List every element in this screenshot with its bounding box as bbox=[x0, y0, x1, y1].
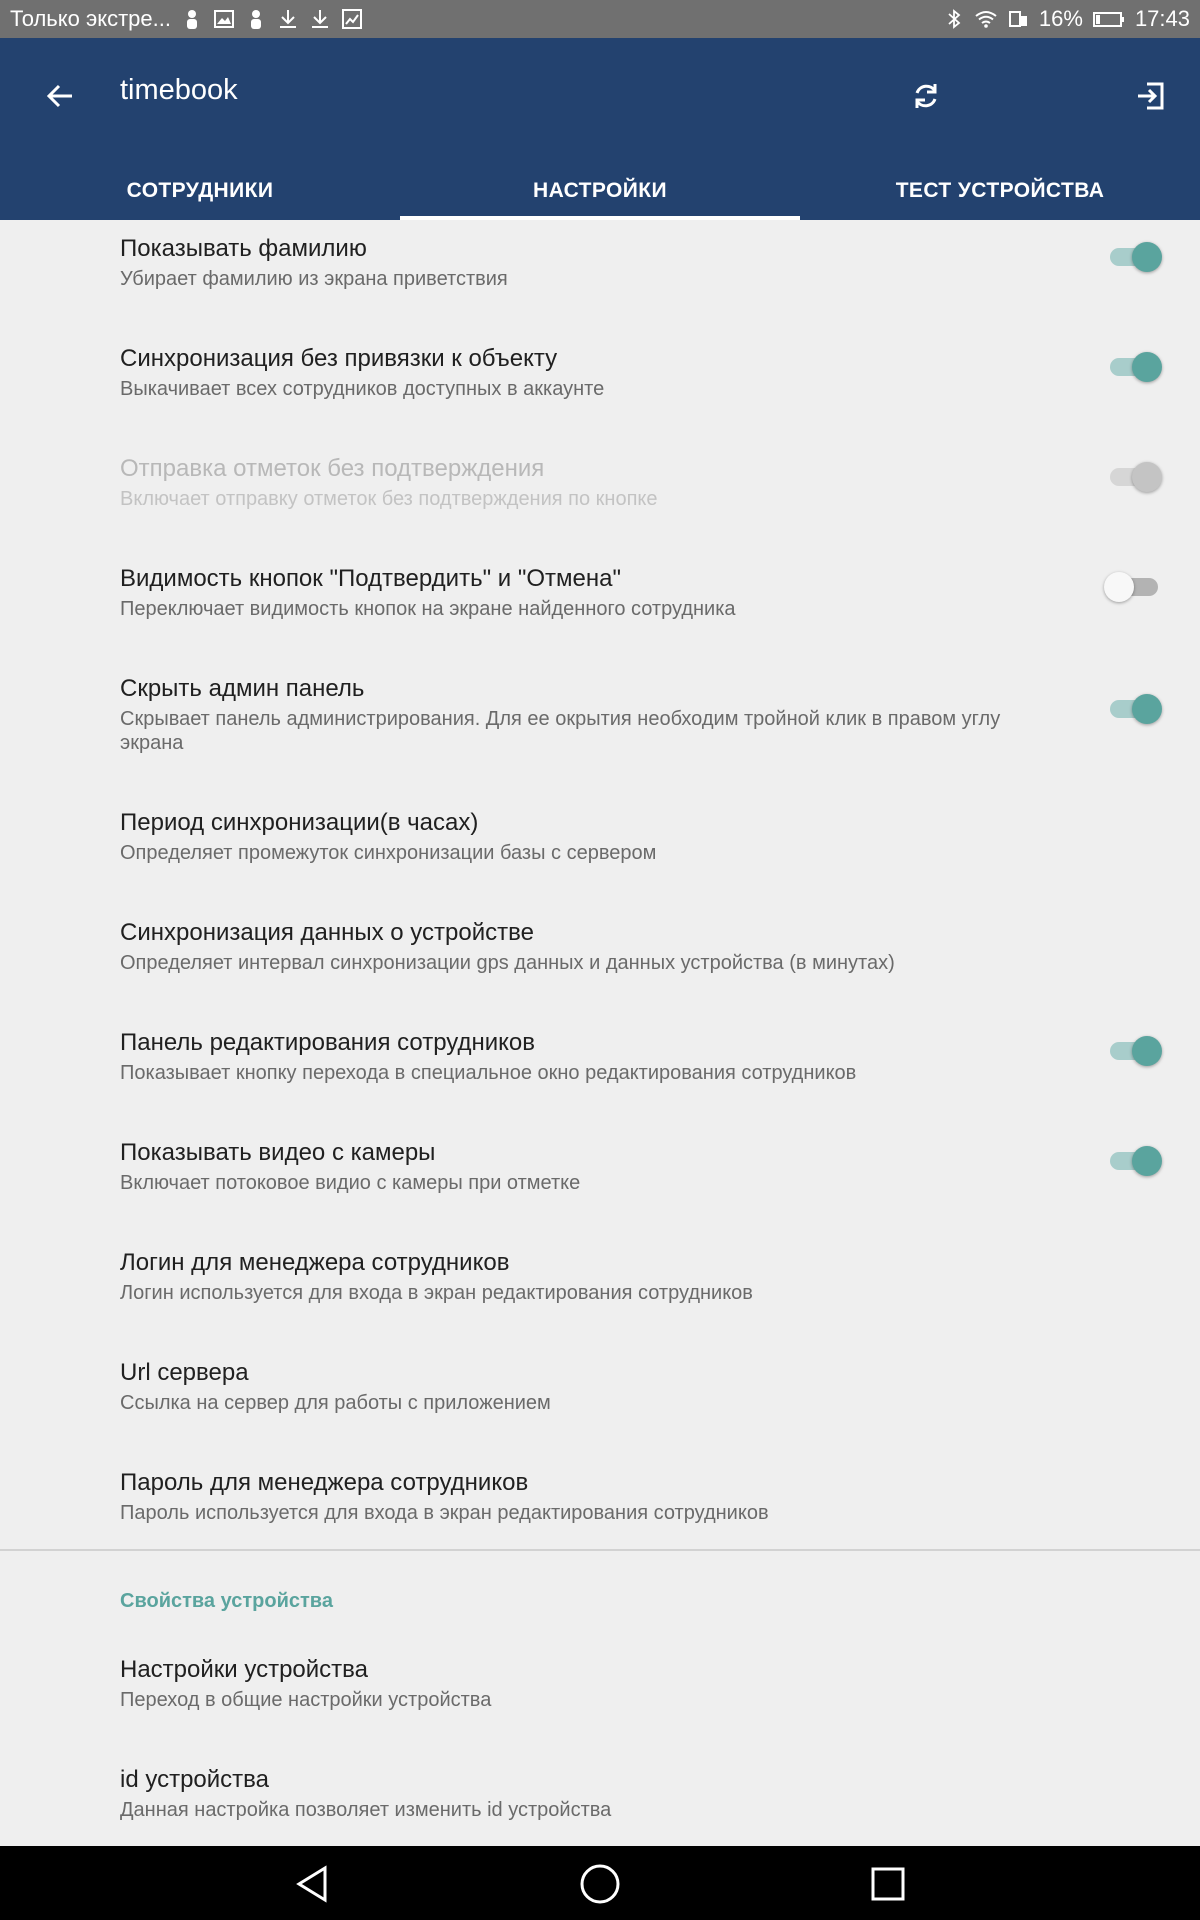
download-icon bbox=[277, 8, 299, 30]
back-button[interactable] bbox=[36, 72, 84, 120]
setting-server-url[interactable]: Url сервера Ссылка на сервер для работы … bbox=[0, 1358, 1200, 1415]
circle-home-icon bbox=[580, 1864, 620, 1904]
setting-send-without-confirmation: Отправка отметок без подтверждения Включ… bbox=[0, 454, 1200, 511]
sim-icon bbox=[1007, 8, 1029, 30]
setting-sync-without-object[interactable]: Синхронизация без привязки к объекту Вык… bbox=[0, 344, 1200, 401]
app-bar: timebook СОТРУДНИКИ НАСТРОЙКИ ТЕСТ УСТРО… bbox=[0, 38, 1200, 220]
setting-title: Пароль для менеджера сотрудников bbox=[120, 1469, 529, 1496]
status-bar-right: 16% 17:43 bbox=[943, 0, 1190, 38]
setting-title: Панель редактирования сотрудников bbox=[120, 1029, 536, 1056]
arrow-left-icon bbox=[46, 84, 72, 108]
nav-back-button[interactable] bbox=[291, 1862, 335, 1906]
toggle-switch bbox=[1106, 456, 1162, 496]
setting-title: Url сервера bbox=[120, 1359, 249, 1386]
setting-sync-period[interactable]: Период синхронизации(в часах) Определяет… bbox=[0, 808, 1200, 865]
setting-summary: Переключает видимость кнопок на экране н… bbox=[120, 598, 736, 620]
sync-icon bbox=[915, 84, 937, 108]
setting-summary: Переход в общие настройки устройства bbox=[120, 1689, 492, 1711]
setting-title: Показывать фамилию bbox=[120, 235, 367, 262]
setting-title: Отправка отметок без подтверждения bbox=[120, 455, 545, 482]
toggle-switch[interactable] bbox=[1106, 1030, 1162, 1070]
setting-buttons-visibility[interactable]: Видимость кнопок "Подтвердить" и "Отмена… bbox=[0, 564, 1200, 621]
logout-button[interactable] bbox=[1127, 72, 1175, 120]
setting-title: Показывать видео с камеры bbox=[120, 1139, 436, 1166]
setting-summary: Данная настройка позволяет изменить id у… bbox=[120, 1799, 612, 1821]
triangle-back-icon bbox=[296, 1865, 327, 1903]
setting-summary: Пароль используется для входа в экран ре… bbox=[120, 1502, 769, 1524]
nav-home-button[interactable] bbox=[578, 1862, 622, 1906]
setting-device-id[interactable]: id устройства Данная настройка позволяет… bbox=[0, 1765, 1200, 1822]
status-bar: Только экстре... 16% 17:43 bbox=[0, 0, 1200, 38]
setting-show-surname[interactable]: Показывать фамилию Убирает фамилию из эк… bbox=[0, 234, 1200, 291]
setting-device-settings[interactable]: Настройки устройства Переход в общие нас… bbox=[0, 1655, 1200, 1712]
tab-device-test[interactable]: ТЕСТ УСТРОЙСТВА bbox=[800, 162, 1200, 220]
person-icon bbox=[245, 8, 267, 30]
setting-title: Скрыть админ панель bbox=[120, 675, 365, 702]
download-icon bbox=[309, 8, 331, 30]
battery-icon bbox=[1092, 8, 1125, 30]
setting-summary: Определяет интервал синхронизации gps да… bbox=[120, 952, 895, 974]
section-header-device-properties: Свойства устройства bbox=[120, 1590, 333, 1612]
setting-summary: Включает отправку отметок без подтвержде… bbox=[120, 488, 658, 510]
battery-percent: 16% bbox=[1038, 6, 1083, 31]
toggle-switch[interactable] bbox=[1106, 346, 1162, 386]
setting-summary: Включает потоковое видио с камеры при от… bbox=[120, 1172, 581, 1194]
toggle-switch[interactable] bbox=[1106, 236, 1162, 276]
sync-button[interactable] bbox=[902, 72, 950, 120]
setting-title: Настройки устройства bbox=[120, 1656, 368, 1683]
setting-title: id устройства bbox=[120, 1766, 269, 1793]
exit-icon bbox=[1138, 82, 1164, 110]
toggle-switch[interactable] bbox=[1106, 1140, 1162, 1180]
status-bar-left: Только экстре... bbox=[10, 0, 363, 38]
nav-recents-button[interactable] bbox=[866, 1862, 910, 1906]
toggle-switch[interactable] bbox=[1106, 688, 1162, 728]
tab-bar: СОТРУДНИКИ НАСТРОЙКИ ТЕСТ УСТРОЙСТВА bbox=[0, 162, 1200, 220]
clock: 17:43 bbox=[1134, 6, 1190, 31]
toggle-switch[interactable] bbox=[1104, 566, 1160, 606]
setting-title: Синхронизация данных о устройстве bbox=[120, 919, 534, 946]
setting-summary: Определяет промежуток синхронизации базы… bbox=[120, 842, 657, 864]
setting-hide-admin-panel[interactable]: Скрыть админ панель Скрывает панель адми… bbox=[0, 674, 1200, 755]
tab-settings[interactable]: НАСТРОЙКИ bbox=[400, 162, 800, 220]
setting-summary: Показывает кнопку перехода в специальное… bbox=[120, 1062, 857, 1084]
setting-summary: Убирает фамилию из экрана приветствия bbox=[120, 268, 508, 290]
setting-title: Период синхронизации(в часах) bbox=[120, 809, 479, 836]
tab-employees[interactable]: СОТРУДНИКИ bbox=[0, 162, 400, 220]
navigation-bar bbox=[0, 1846, 1200, 1920]
setting-title: Логин для менеджера сотрудников bbox=[120, 1249, 510, 1276]
gallery-icon bbox=[213, 8, 235, 30]
app-title: timebook bbox=[120, 74, 238, 106]
setting-title: Синхронизация без привязки к объекту bbox=[120, 345, 558, 372]
section-divider bbox=[0, 1549, 1200, 1551]
image-icon bbox=[341, 8, 363, 30]
wifi-icon bbox=[975, 8, 997, 30]
setting-summary: Выкачивает всех сотрудников доступных в … bbox=[120, 378, 605, 400]
setting-title: Видимость кнопок "Подтвердить" и "Отмена… bbox=[120, 565, 621, 592]
setting-manager-password[interactable]: Пароль для менеджера сотрудников Пароль … bbox=[0, 1468, 1200, 1525]
setting-summary: Ссылка на сервер для работы с приложение… bbox=[120, 1392, 551, 1414]
square-recents-icon bbox=[871, 1867, 905, 1901]
setting-device-data-sync[interactable]: Синхронизация данных о устройстве Опреде… bbox=[0, 918, 1200, 975]
setting-summary: Скрывает панель администрирования. Для е… bbox=[120, 708, 1001, 754]
setting-show-camera-video[interactable]: Показывать видео с камеры Включает поток… bbox=[0, 1138, 1200, 1195]
person-icon bbox=[181, 8, 203, 30]
setting-summary: Логин используется для входа в экран ред… bbox=[120, 1282, 753, 1304]
setting-manager-login[interactable]: Логин для менеджера сотрудников Логин ис… bbox=[0, 1248, 1200, 1305]
setting-employee-edit-panel[interactable]: Панель редактирования сотрудников Показы… bbox=[0, 1028, 1200, 1085]
bluetooth-icon bbox=[943, 8, 965, 30]
notification-text: Только экстре... bbox=[10, 6, 171, 31]
